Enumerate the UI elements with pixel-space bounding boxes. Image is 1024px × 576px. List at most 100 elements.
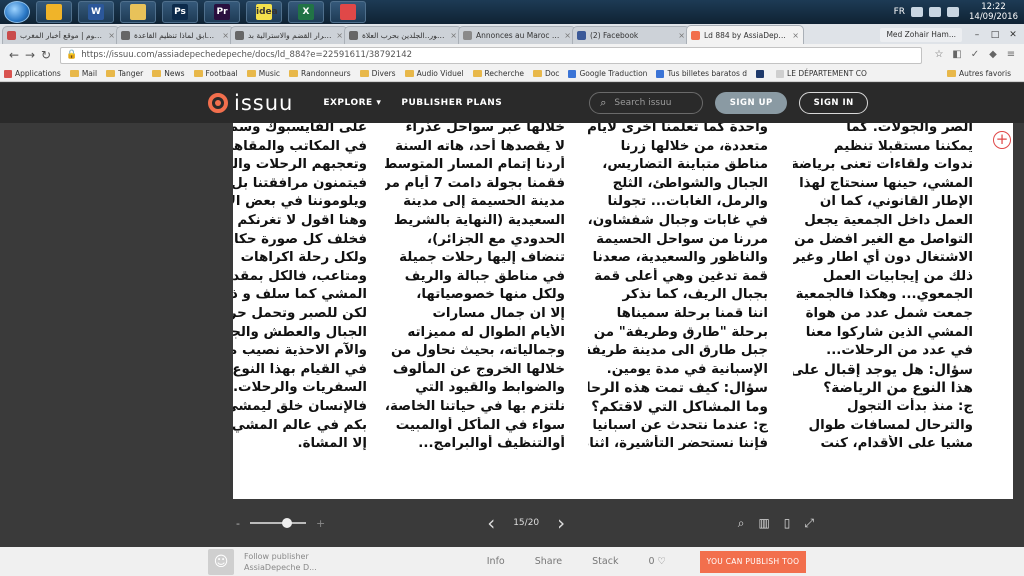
share-link[interactable]: Share [535, 556, 562, 567]
network-icon[interactable] [911, 7, 923, 17]
bookmark-item[interactable]: Tanger [106, 69, 143, 78]
bookmark-item[interactable]: Applications [4, 69, 61, 78]
taskbar-app[interactable]: X [288, 1, 324, 23]
next-page-icon[interactable]: › [557, 511, 565, 535]
taskbar-app[interactable]: idea [246, 1, 282, 23]
publish-button[interactable]: YOU CAN PUBLISH TOO [700, 550, 806, 573]
profile-chip[interactable]: Med Zohair Ham... [880, 28, 962, 42]
search-input[interactable]: ⌕ Search issuu [589, 92, 704, 114]
zoom-slider[interactable] [249, 518, 306, 528]
system-tray: FR 12:22 14/09/2016 [894, 0, 1024, 24]
like-button[interactable]: 0 ♡ [648, 556, 666, 567]
spreads-icon[interactable]: ▥ [758, 516, 769, 530]
taskbar-app[interactable]: Ps [162, 1, 198, 23]
bookmark-item[interactable]: Tus billetes baratos d [656, 69, 747, 78]
forward-icon[interactable]: → [22, 48, 38, 62]
article-text-line: ومتاعب، فالكل بمقدوره [233, 268, 367, 284]
bookmark-item[interactable]: Google Traduction [568, 69, 647, 78]
bookmark-item[interactable]: Mail [69, 69, 97, 78]
folder-icon [246, 70, 256, 77]
browser-tab[interactable]: جهادي سابق لماذا تنظيم القاعدة...× [116, 26, 234, 44]
previous-page-icon[interactable]: ‹ [487, 511, 495, 535]
sign-up-button[interactable]: SIGN UP [715, 92, 788, 114]
browser-tab-active[interactable]: Ld 884 by AssiaDepeche × [686, 25, 804, 44]
bookmark-item[interactable]: Audio Viduel [404, 69, 464, 78]
bookmark-item[interactable]: Music [246, 69, 280, 78]
article-text-line: الأيام الطوال له مميزاته [407, 324, 565, 340]
bookmark-item[interactable]: Randonneurs [289, 69, 351, 78]
issuu-logo[interactable]: issuu [208, 91, 293, 115]
close-tab-icon[interactable]: × [222, 31, 229, 40]
zoom-out-button[interactable]: - [236, 517, 240, 530]
browser-tab[interactable]: (2) Facebook × [572, 26, 690, 44]
info-link[interactable]: Info [487, 556, 505, 567]
reload-icon[interactable]: ↻ [38, 48, 54, 62]
bookmark-item[interactable]: News [152, 69, 185, 78]
add-icon[interactable]: + [993, 131, 1011, 149]
menu-icon[interactable]: ≡ [1004, 49, 1018, 61]
follow-publisher-label[interactable]: Follow publisher [244, 551, 317, 562]
explore-menu[interactable]: EXPLORE ▾ [323, 98, 381, 108]
publisher-name[interactable]: AssiaDepeche D... [244, 562, 317, 573]
close-tab-icon[interactable]: × [336, 31, 343, 40]
extension-icon-2[interactable]: ✓ [968, 49, 982, 61]
article-text-line: إلا ان جمال مسارات [432, 305, 565, 321]
power-icon[interactable] [947, 7, 959, 17]
close-tab-icon[interactable]: × [792, 31, 799, 40]
folder-icon [289, 70, 299, 77]
bookmark-star-icon[interactable]: ☆ [932, 49, 946, 61]
minimize-icon[interactable]: – [968, 28, 986, 42]
browser-tab[interactable]: هذا قرار القضم والاسترالية بد...× [230, 26, 348, 44]
clock[interactable]: 12:22 14/09/2016 [969, 2, 1018, 22]
close-tab-icon[interactable]: × [678, 31, 685, 40]
back-icon[interactable]: ← [6, 48, 22, 62]
stack-link[interactable]: Stack [592, 556, 618, 567]
bookmark-item[interactable]: Doc [532, 69, 559, 78]
article-text-line: ولكل منها خصوصياتها، [416, 287, 565, 303]
publisher-avatar[interactable]: ☺ [208, 548, 234, 575]
browser-tab[interactable]: Annonces au Maroc | Av × [458, 26, 576, 44]
browser-tab[interactable]: بالصور..الجلدين بحرب العلاة × [344, 26, 462, 44]
taskbar-app[interactable] [36, 1, 72, 23]
sign-in-button[interactable]: SIGN IN [799, 92, 869, 114]
volume-icon[interactable] [929, 7, 941, 17]
taskbar-app[interactable]: W [78, 1, 114, 23]
close-window-icon[interactable]: ✕ [1004, 28, 1022, 42]
taskbar-app[interactable] [120, 1, 156, 23]
taskbar-app[interactable]: Pr [204, 1, 240, 23]
bookmark-item[interactable] [756, 69, 767, 78]
bookmark-item[interactable]: Recherche [472, 69, 524, 78]
magazine-page[interactable]: الصر والجولات. كما يمكننا مستقبلا تنظيم ند… [233, 123, 1013, 499]
fullscreen-icon[interactable]: ⤢ [804, 516, 814, 531]
single-page-icon[interactable]: ▯ [784, 516, 791, 530]
google-icon [568, 69, 577, 78]
taskbar-app[interactable] [330, 1, 366, 23]
article-text-line: بجبال الريف، كما نذكر [622, 287, 768, 303]
language-indicator[interactable]: FR [894, 7, 905, 17]
search-doc-icon[interactable]: ⌕ [738, 516, 745, 531]
close-tab-icon[interactable]: × [108, 31, 115, 40]
article-question-line: سؤال: كيف تمت هذه الرحلة؟ [588, 380, 768, 397]
bookmark-label: Audio Viduel [416, 69, 464, 78]
bookmark-item[interactable]: Divers [359, 69, 396, 78]
publisher-plans-link[interactable]: PUBLISHER PLANS [401, 98, 502, 108]
zoom-in-button[interactable]: + [316, 517, 325, 530]
address-bar[interactable]: 🔒 https://issuu.com/assiadepechedepeche/… [60, 46, 922, 64]
close-tab-icon[interactable]: × [564, 31, 571, 40]
article-text-line: الاشتغال دون أي اطار وغير [793, 250, 973, 266]
bookmark-label: Randonneurs [301, 69, 351, 78]
zoom-slider-handle[interactable] [282, 518, 293, 528]
close-tab-icon[interactable]: × [450, 31, 457, 40]
bookmark-item[interactable]: Footbaal [193, 69, 238, 78]
browser-tab[interactable]: ضرائب.كوم | موقع أخبار المغرب× [2, 26, 120, 44]
other-bookmarks-label: Autres favoris [959, 69, 1011, 78]
bookmark-item[interactable]: LE DÉPARTEMENT CO [776, 69, 867, 78]
maximize-icon[interactable]: □ [986, 28, 1004, 42]
tab-title: Ld 884 by AssiaDepeche [704, 30, 790, 40]
extension-icon[interactable]: ◧ [950, 49, 964, 61]
folder-icon [947, 70, 956, 77]
article-text-line: في مناطق جبالة والريف [404, 268, 565, 284]
other-bookmarks[interactable]: Autres favoris [947, 69, 1011, 78]
start-button[interactable] [4, 1, 30, 23]
extension-icon-3[interactable]: ◆ [986, 49, 1000, 61]
